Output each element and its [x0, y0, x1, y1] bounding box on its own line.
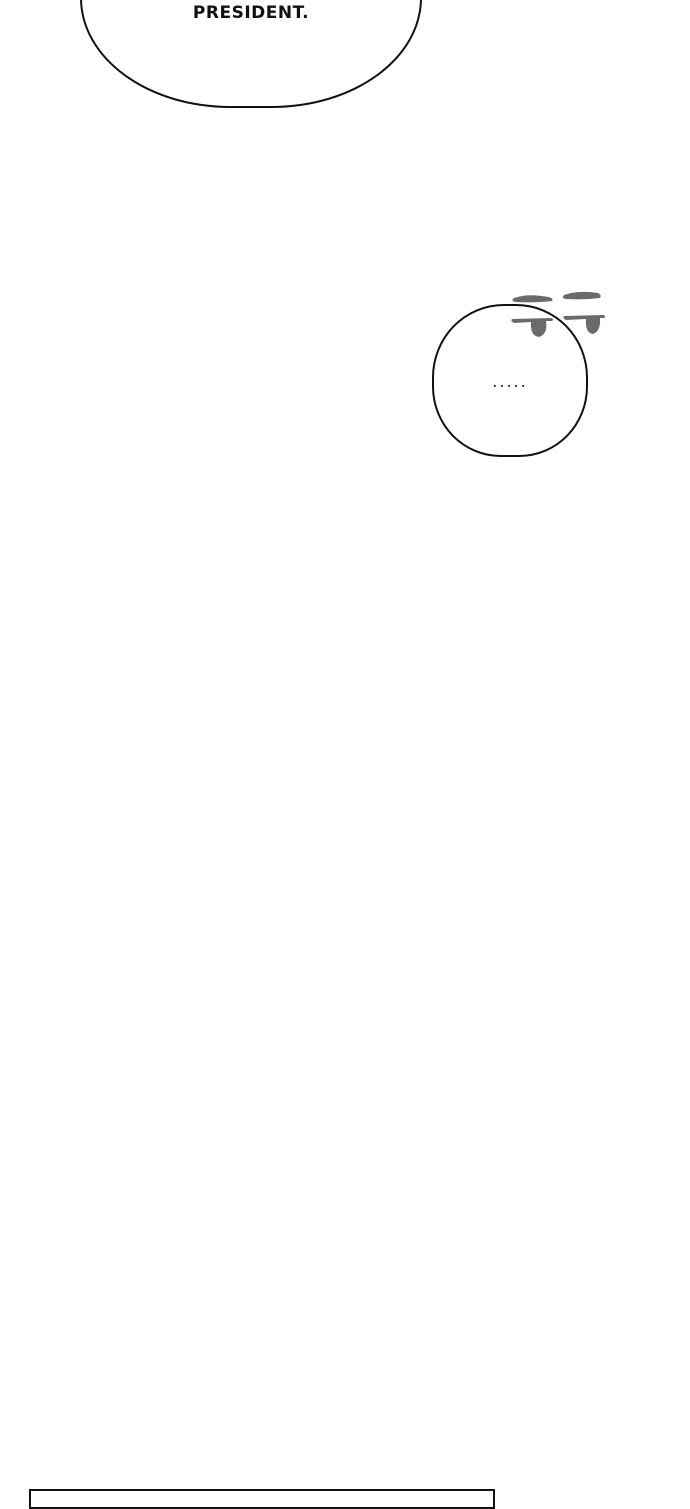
next-panel-border: [29, 1489, 495, 1509]
speech-bubble-ellipsis-text: .....: [492, 372, 528, 391]
sweat-drops-icon: [511, 291, 605, 337]
comic-panel: PRESIDENT. .....: [0, 0, 690, 1509]
speech-bubble-top-text: PRESIDENT.: [192, 3, 310, 23]
speech-bubble-top: PRESIDENT.: [80, 0, 422, 108]
